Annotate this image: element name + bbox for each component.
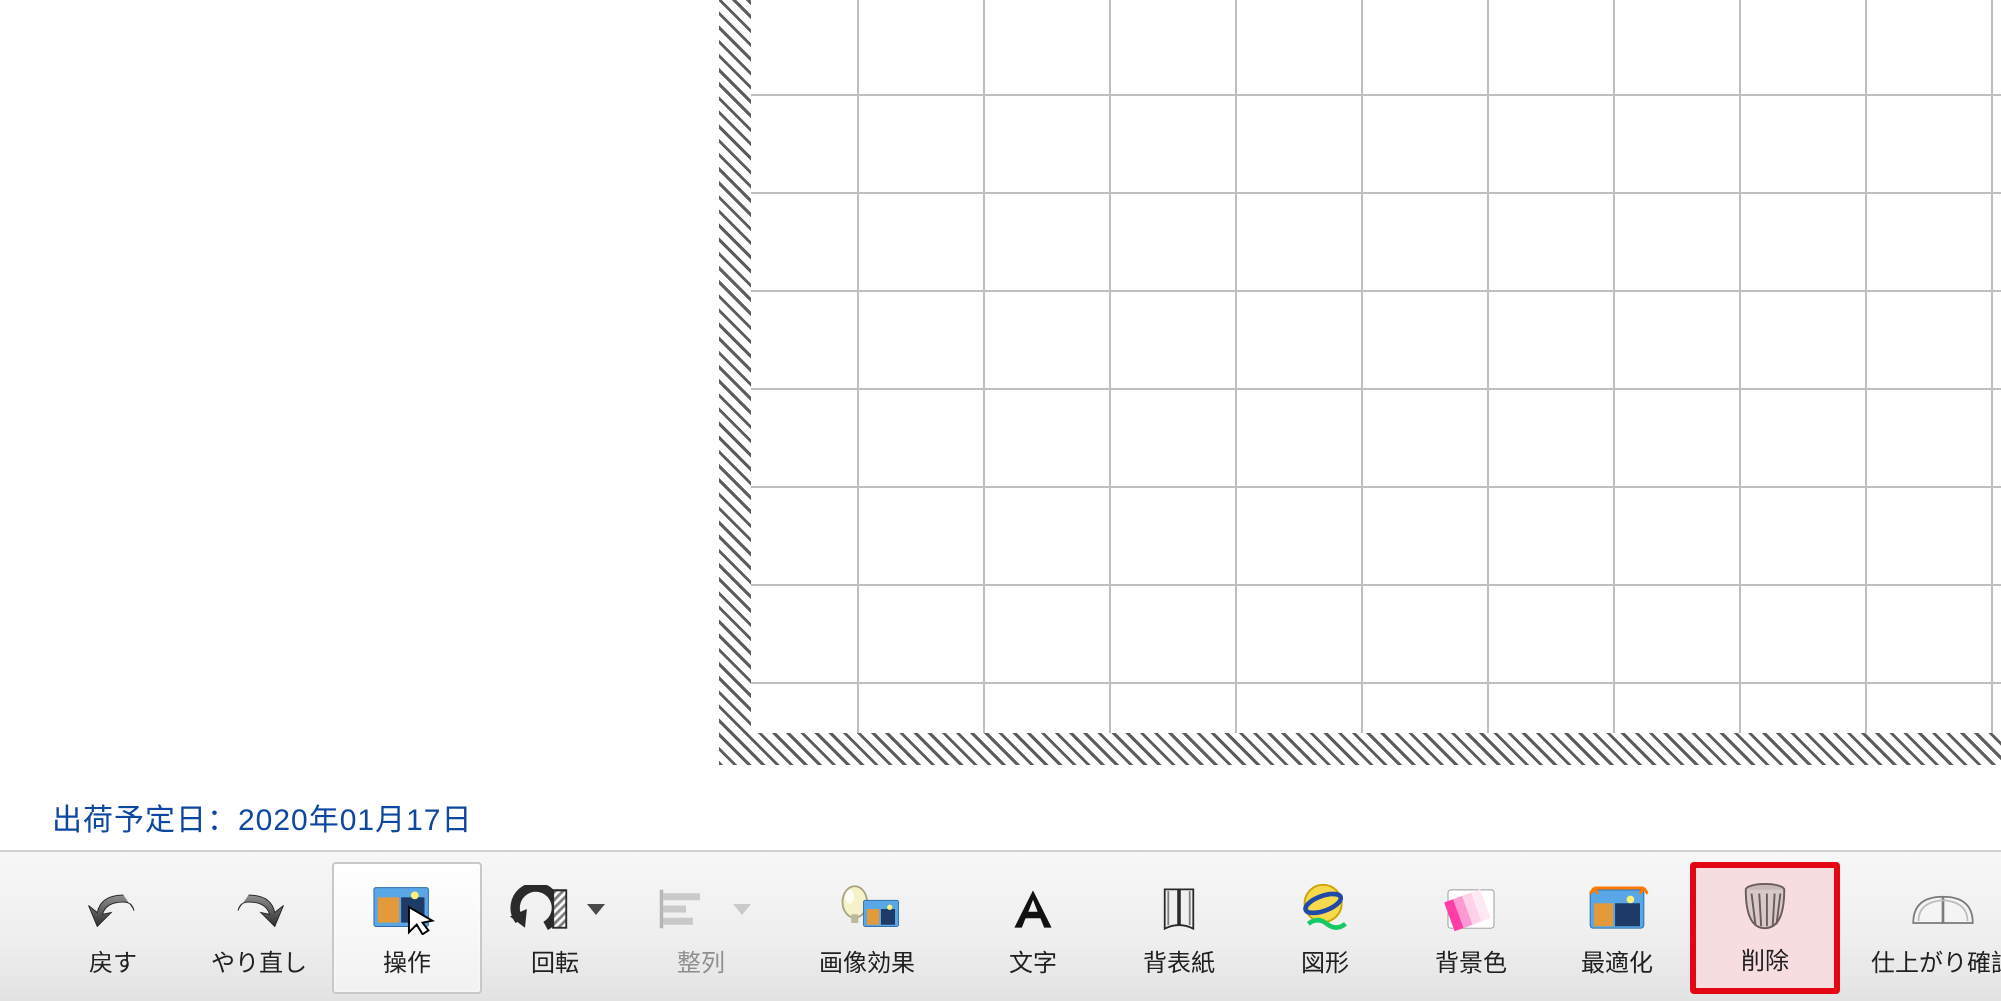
align-button: 整列 [628,864,774,992]
canvas-hatch-bottom [719,733,2001,765]
shape-icon [1290,881,1360,937]
cover-button[interactable]: 背表紙 [1106,864,1252,992]
delete-button[interactable]: 削除 [1690,862,1840,994]
shape-button[interactable]: 図形 [1252,864,1398,992]
optimize-button[interactable]: 最適化 [1544,864,1690,992]
optimize-icon [1582,881,1652,937]
rotate-icon [505,881,575,937]
open-book-icon [1908,881,1978,937]
redo-icon [224,881,294,937]
preview-label: 仕上がり確認 [1871,943,2001,978]
bgcolor-icon [1436,881,1506,937]
undo-icon [78,881,148,937]
rotate-dropdown-caret[interactable] [587,904,605,915]
image-effect-icon [832,881,902,937]
align-dropdown-caret [733,904,751,915]
text-icon [998,881,1068,937]
undo-button[interactable]: 戻す [40,864,186,992]
toolbar: 戻す やり直し [0,850,2001,1001]
align-icon [651,881,721,937]
spine-icon [1144,881,1214,937]
operate-button[interactable]: 操作 [332,862,482,994]
redo-label: やり直し [211,943,307,978]
bgcolor-label: 背景色 [1435,943,1507,978]
canvas-area[interactable] [719,0,2001,765]
operate-icon [372,881,442,937]
optimize-label: 最適化 [1581,943,1653,978]
delete-label: 削除 [1741,941,1789,976]
ship-date-label: 出荷予定日：2020年01月17日 [52,795,472,839]
image-effect-button[interactable]: 画像効果 [774,864,960,992]
shape-label: 図形 [1301,943,1349,978]
rotate-button[interactable]: 回転 [482,864,628,992]
text-label: 文字 [1009,943,1057,978]
rotate-label: 回転 [531,943,579,978]
trash-icon [1730,879,1800,935]
undo-label: 戻す [89,943,137,978]
redo-button[interactable]: やり直し [186,864,332,992]
operate-label: 操作 [383,943,431,978]
cover-label: 背表紙 [1143,943,1215,978]
bgcolor-button[interactable]: 背景色 [1398,864,1544,992]
image-effect-label: 画像効果 [819,943,915,978]
align-label: 整列 [677,943,725,978]
canvas-grid [735,0,2001,745]
text-button[interactable]: 文字 [960,864,1106,992]
canvas-hatch-left [719,0,751,765]
preview-button[interactable]: 仕上がり確認 [1840,864,2001,992]
